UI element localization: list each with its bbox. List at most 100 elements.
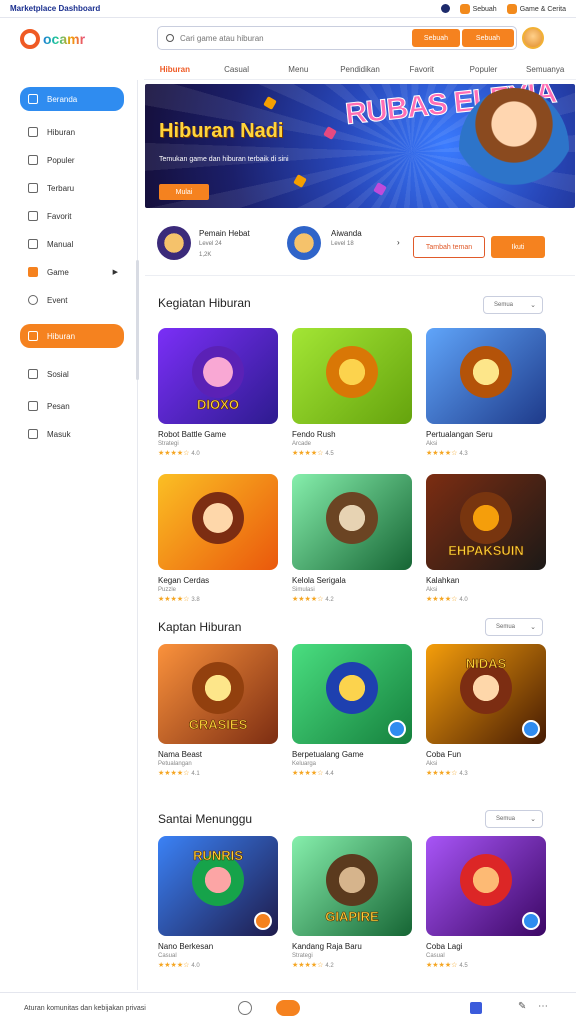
section-title: Santai Menunggu [158,812,253,826]
rating-stars: ★★★★☆ 4.0 [426,595,546,603]
game-genre: Strategi [292,953,313,959]
game-card[interactable]: EHPAKSUIN Kalahkan Aksi ★★★★☆ 4.0 [426,474,546,603]
tab-6[interactable]: Semuanya [514,62,576,79]
top-bar: Marketplace Dashboard Sebuah Game & Ceri… [0,0,576,18]
game-genre: Petualangan [158,761,192,767]
rating-value: 4.5 [325,451,334,457]
chevron-right-icon: ▶ [112,269,118,276]
search-input[interactable] [180,33,410,43]
game-card[interactable]: Fendo Rush Arcade ★★★★☆ 4.5 [292,328,412,457]
tab-5[interactable]: Populer [453,62,515,79]
edit-icon[interactable]: ✎ [518,1001,526,1012]
sidebar-item-new[interactable]: Terbaru [20,176,124,200]
game-card[interactable]: Berpetualang Game Keluarga ★★★★☆ 4.4 [292,644,412,777]
sidebar-item-label: Populer [47,155,75,165]
player-level: Level 24 [199,241,222,247]
game-thumbnail [292,474,412,570]
more-icon[interactable]: › [397,238,400,247]
calendar-icon [28,295,38,305]
top-link-1[interactable]: Sebuah [459,3,497,14]
stars-glyphs: ★★★★☆ [426,962,458,969]
section-filter-select[interactable]: Semua ⌄ [485,618,543,636]
chevron-down-icon: ⌄ [530,302,536,309]
game-thumbnail: DIOXO [158,328,278,424]
sidebar-item-label: Masuk [47,429,71,439]
character-image [326,854,378,906]
chat-icon[interactable] [276,1000,300,1016]
sidebar-item-home[interactable]: Beranda [20,87,124,111]
logo-icon [20,29,40,49]
user-avatar[interactable] [522,27,544,49]
game-card[interactable]: Kegan Cerdas Puzzle ★★★★☆ 3.8 [158,474,278,603]
game-card[interactable]: GIAPIRE Kandang Raja Baru Strategi ★★★★☆… [292,836,412,969]
section-title: Kegiatan Hiburan [158,296,251,310]
category-tabs: Hiburan Casual Menu Pendidikan Favorit P… [144,62,576,80]
app-icon[interactable] [470,1002,482,1014]
game-card[interactable]: RUNRIS Nano Berkesan Casual ★★★★☆ 4.0 [158,836,278,969]
search-submit-button[interactable]: Sebuah [462,29,514,47]
sidebar-item-popular[interactable]: Populer [20,148,124,172]
footer-text[interactable]: Aturan komunitas dan kebijakan privasi [24,1005,146,1012]
game-thumbnail [292,328,412,424]
game-thumbnail [158,474,278,570]
sidebar-item-manual[interactable]: Manual [20,232,124,256]
stars-glyphs: ★★★★☆ [292,962,324,969]
add-friend-button[interactable]: Tambah teman [413,236,485,258]
sidebar-item-favorite[interactable]: Favorit [20,204,124,228]
player-avatar[interactable] [157,226,191,260]
tab-3[interactable]: Pendidikan [329,62,391,79]
book-icon [28,239,38,249]
rating-stars: ★★★★☆ 3.8 [158,595,278,603]
hero-cta-button[interactable]: Mulai [159,184,209,200]
follow-button[interactable]: Ikuti [491,236,545,258]
tab-0[interactable]: Hiburan [144,62,206,79]
bell-icon[interactable] [440,4,450,13]
search-icon [166,34,174,42]
top-link-2[interactable]: Game & Cerita [506,3,566,14]
character-image [192,346,244,398]
game-card[interactable]: Pertualangan Seru Aksi ★★★★☆ 4.3 [426,328,546,457]
sidebar-item-entertainment-2[interactable]: Hiburan [20,324,124,348]
game-card[interactable]: NIDAS Coba Fun Aksi ★★★★☆ 4.3 [426,644,546,777]
tab-1[interactable]: Casual [206,62,268,79]
logo[interactable]: ocamr [20,29,85,49]
game-card[interactable]: Kelola Serigala Simulasi ★★★★☆ 4.2 [292,474,412,603]
section-filter-select[interactable]: Semua ⌄ [485,810,543,828]
sidebar-item-event[interactable]: Event [20,288,124,312]
hero-banner[interactable]: RUBAS ELEYIA Hiburan Nadi Temukan game d… [145,84,575,208]
rating-value: 4.0 [191,451,200,457]
game-card[interactable]: GRASIES Nama Beast Petualangan ★★★★☆ 4.1 [158,644,278,777]
game-card[interactable]: Coba Lagi Casual ★★★★☆ 4.5 [426,836,546,969]
tag-icon [459,3,470,14]
character-image [192,492,244,544]
tab-2[interactable]: Menu [267,62,329,79]
search-filter-button[interactable]: Sebuah [412,29,460,47]
character-image [460,492,512,544]
game-title: Kegan Cerdas [158,576,210,585]
help-icon[interactable] [238,1001,252,1015]
sidebar-item-entertainment[interactable]: Hiburan [20,120,124,144]
ticket-icon [28,331,38,341]
sidebar-item-label: Favorit [47,211,72,221]
friend-level: Level 18 [331,241,354,247]
stars-glyphs: ★★★★☆ [158,770,190,777]
top-link-2-label: Game & Cerita [519,5,566,13]
character-image [326,492,378,544]
sidebar-item-social[interactable]: Sosial [20,362,124,386]
game-card[interactable]: DIOXO Robot Battle Game Strategi ★★★★☆ 4… [158,328,278,457]
tab-4[interactable]: Favorit [391,62,453,79]
game-title: Robot Battle Game [158,430,227,439]
section-filter-select[interactable]: Semua ⌄ [483,296,543,314]
profile-row: Pemain Hebat Level 24 1,2K Aiwanda Level… [145,216,575,276]
sidebar-item-game[interactable]: Game ▶ [20,260,124,284]
rating-stars: ★★★★☆ 4.0 [158,961,278,969]
friend-avatar[interactable] [287,226,321,260]
top-link-1-label: Sebuah [472,5,497,13]
sidebar-item-messages[interactable]: Pesan [20,394,124,418]
search-bar: Sebuah Sebuah [157,26,517,50]
rating-value: 4.3 [459,771,468,777]
bottom-bar: Aturan komunitas dan kebijakan privasi ✎… [0,992,576,1024]
sidebar-item-login[interactable]: Masuk [20,422,124,446]
sidebar-scrollbar[interactable] [136,260,139,380]
more-options-icon[interactable]: ⋯ [538,1001,548,1012]
